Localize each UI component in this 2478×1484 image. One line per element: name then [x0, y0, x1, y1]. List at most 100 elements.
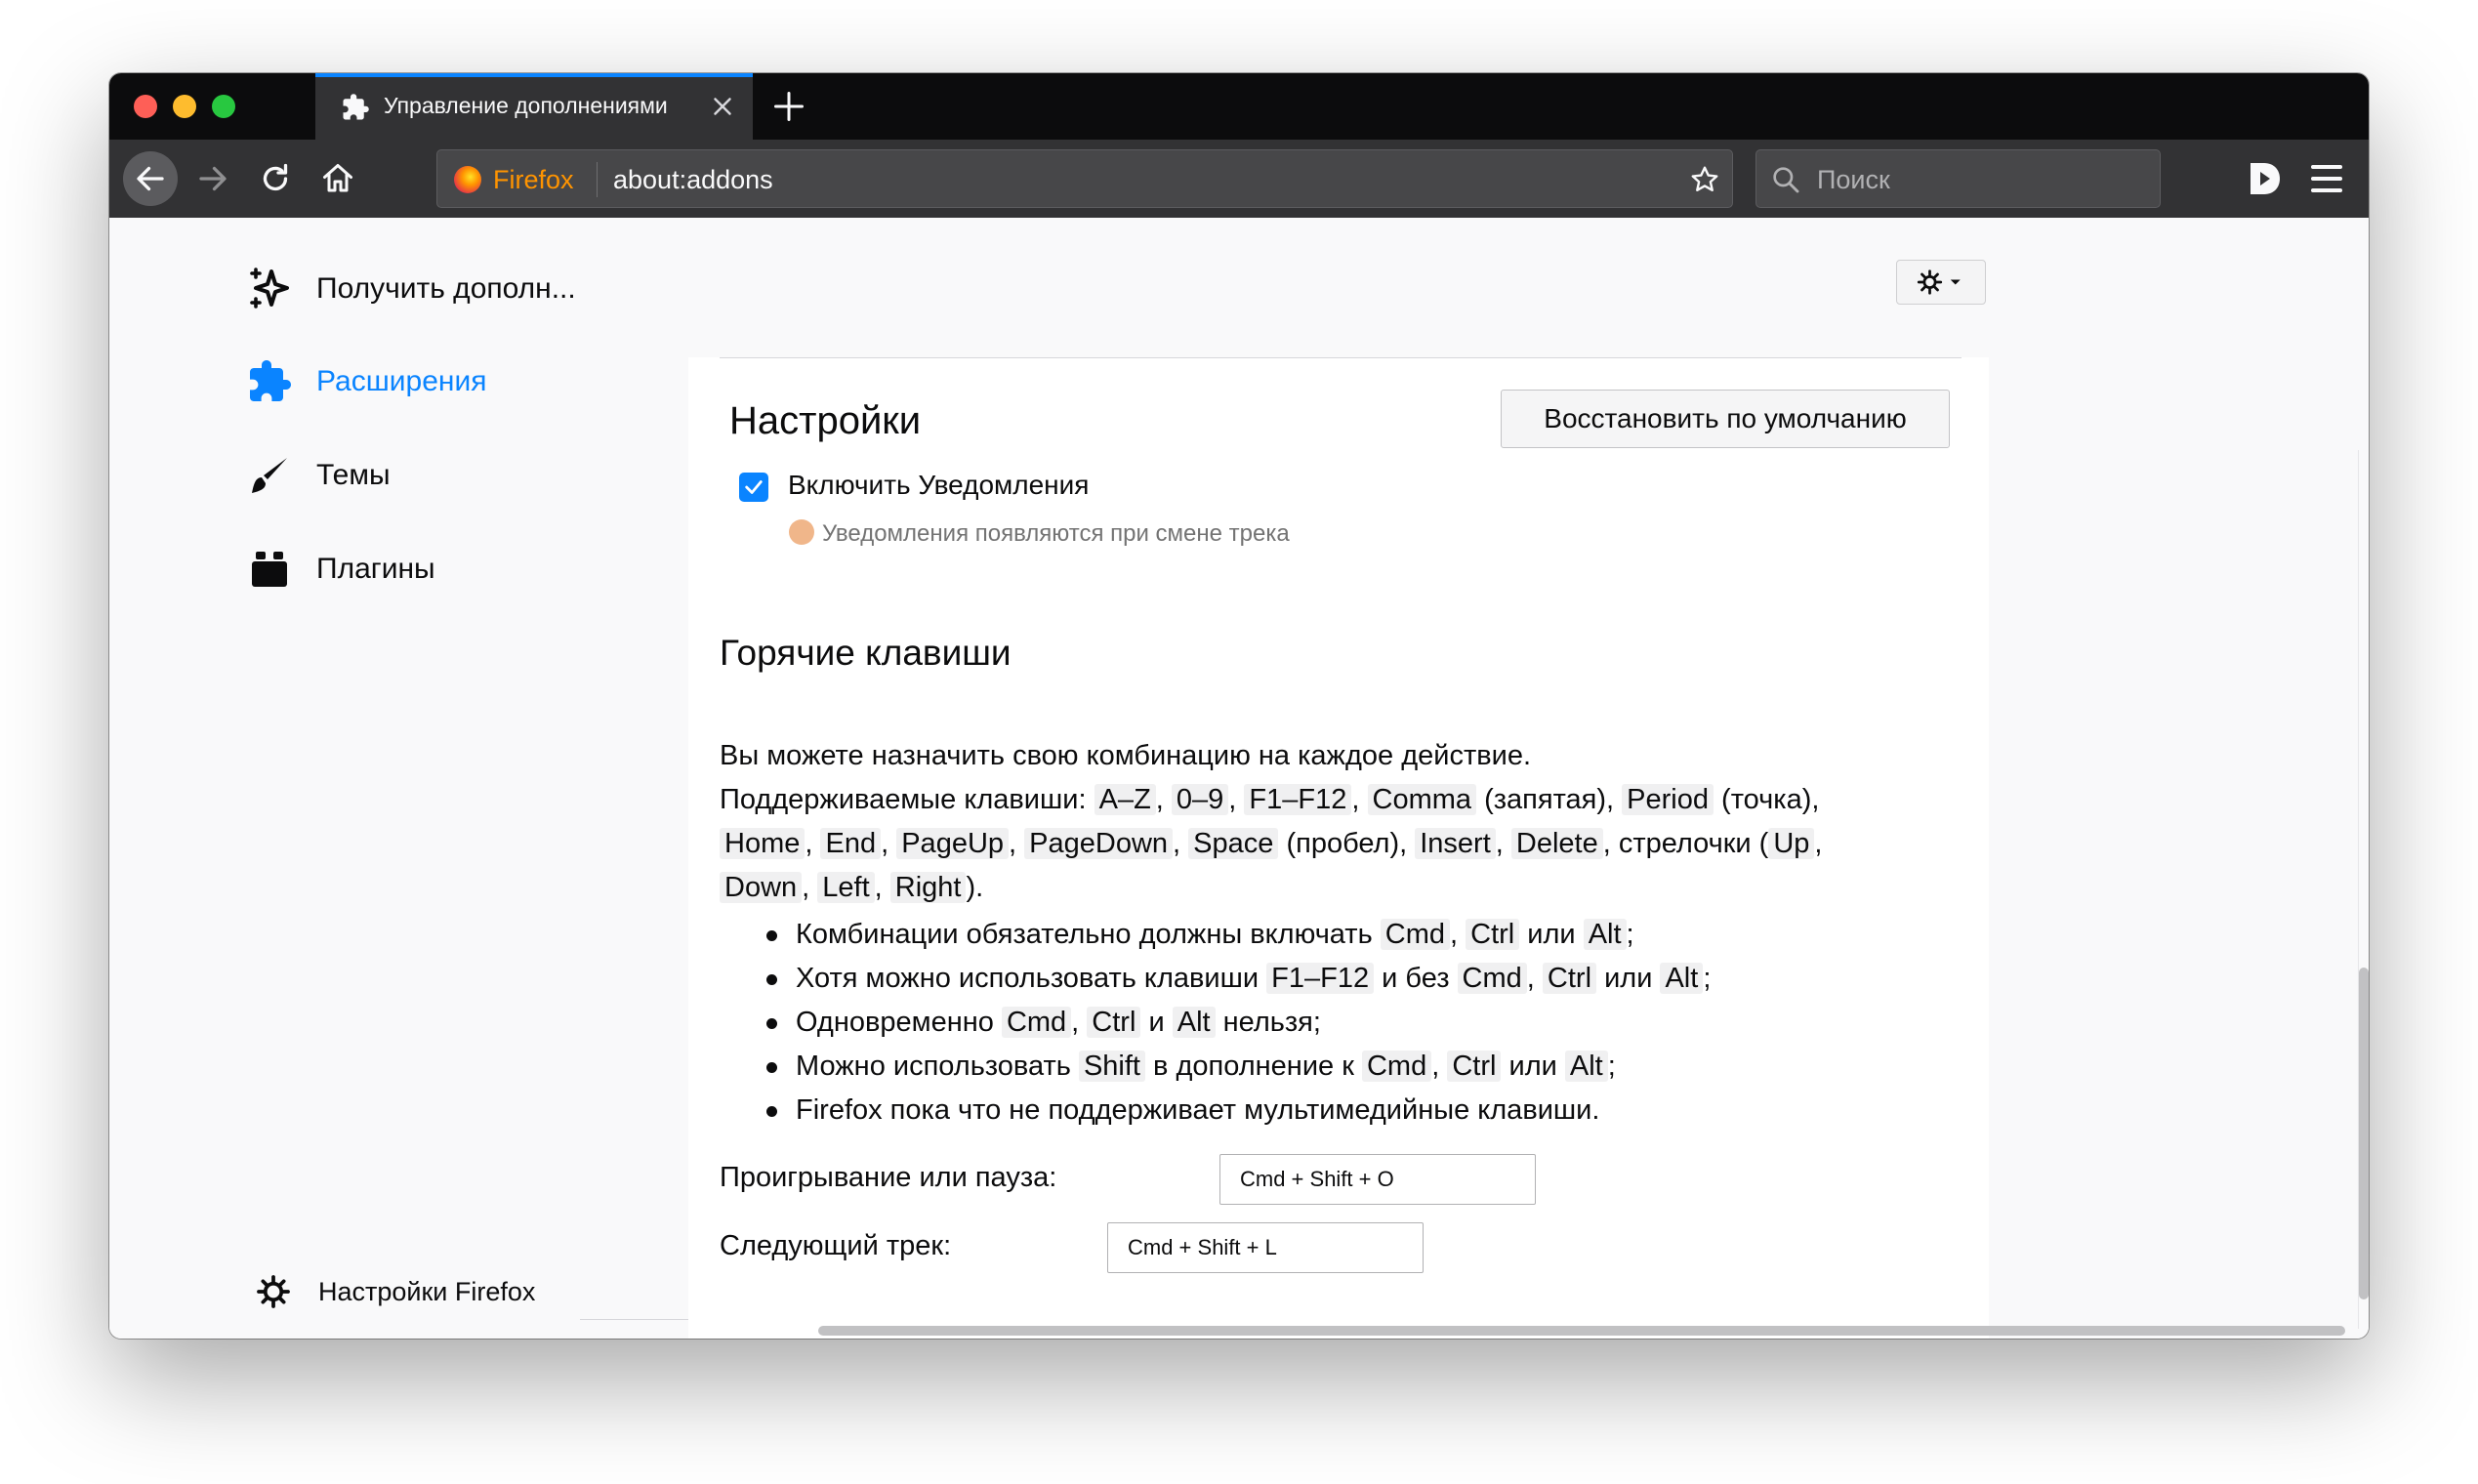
period-note: (точка), — [1721, 784, 1820, 815]
restore-defaults-button[interactable]: Восстановить по умолчанию — [1501, 390, 1950, 448]
bullet-dot — [766, 1106, 777, 1117]
checkmark-icon — [745, 480, 763, 494]
card-top-divider — [720, 357, 1962, 358]
sidebar-item-extensions[interactable]: Расширения — [246, 352, 486, 411]
sidebar-item-themes[interactable]: Темы — [246, 446, 391, 505]
brush-icon — [252, 458, 287, 493]
sidebar-item-label: Темы — [316, 459, 391, 491]
settings-heading: Настройки — [729, 399, 922, 442]
closing-text: ). — [966, 872, 984, 903]
list-item: Firefox пока что не поддерживает мультим… — [766, 1089, 1711, 1133]
vertical-scrollbar[interactable] — [2359, 968, 2369, 1299]
key-0-9: 0–9 — [1171, 784, 1229, 815]
space-note: (пробел), — [1286, 828, 1408, 859]
key-home: Home — [720, 828, 805, 859]
sidebar-item-get-addons[interactable]: Получить дополн... — [246, 260, 576, 318]
search-icon — [1773, 167, 1799, 193]
close-tab-icon[interactable] — [708, 92, 737, 121]
key-up: Up — [1768, 828, 1815, 859]
list-item: Одновременно Cmd, Ctrl и Alt нельзя; — [766, 1001, 1711, 1045]
supported-keys-line3: Down, Left, Right). — [720, 866, 983, 909]
addon-options-card: Настройки Восстановить по умолчанию Вклю… — [688, 357, 1989, 1339]
puzzle-icon — [250, 360, 291, 401]
key-down: Down — [720, 872, 803, 903]
key-f1-f12: F1–F12 — [1244, 784, 1352, 815]
sidebar-item-label: Плагины — [316, 553, 435, 585]
browser-window: Управление дополнениями Firefox about:ad… — [109, 73, 2369, 1339]
key-space: Space — [1188, 828, 1279, 859]
arrows-text: , стрелочки ( — [1602, 828, 1769, 859]
home-button[interactable] — [310, 151, 365, 206]
notifications-note-text: Уведомления появляются при смене трека — [822, 520, 1290, 547]
list-item: Можно использовать Shift в дополнение к … — [766, 1045, 1711, 1089]
key-insert: Insert — [1415, 828, 1496, 859]
new-tab-plus-icon[interactable] — [771, 89, 806, 124]
play-pause-label: Проигрывание или пауза: — [720, 1162, 1057, 1193]
identity-label[interactable]: Firefox — [493, 165, 574, 195]
key-period: Period — [1622, 784, 1714, 815]
reload-icon — [263, 163, 288, 191]
gear-icon — [257, 1275, 290, 1308]
supported-keys-prefix: Поддерживаемые клавиши: — [720, 784, 1087, 815]
url-separator — [597, 162, 598, 197]
bullet-dot — [766, 974, 777, 985]
key-comma: Comma — [1367, 784, 1477, 815]
key-right: Right — [889, 872, 967, 903]
key-end: End — [820, 828, 882, 859]
forward-button[interactable] — [186, 151, 240, 206]
extension-toolbar-icon[interactable] — [2241, 155, 2288, 202]
comma-note: (запятая), — [1484, 784, 1615, 815]
tools-gear-menu-button[interactable] — [1896, 260, 1986, 305]
firefox-settings-link[interactable]: Настройки Firefox — [256, 1274, 535, 1309]
next-track-label: Следующий трек: — [720, 1230, 952, 1261]
tab-title: Управление дополнениями — [384, 93, 668, 118]
close-window-button[interactable] — [134, 95, 157, 118]
minimize-window-button[interactable] — [173, 95, 196, 118]
tab-active-indicator — [315, 73, 753, 77]
hotkeys-intro-line1: Вы можете назначить свою комбинацию на к… — [720, 740, 1532, 771]
horizontal-scrollbar[interactable] — [818, 1326, 2345, 1336]
play-pause-shortcut-input[interactable]: Cmd + Shift + O — [1219, 1154, 1536, 1205]
bookmark-star-icon[interactable] — [1689, 164, 1720, 195]
bullet-dot — [766, 1062, 777, 1073]
sidebar-item-plugins[interactable]: Плагины — [246, 540, 435, 598]
hotkey-rules-list: Комбинации обязательно должны включать C… — [766, 913, 1711, 1133]
plugin-icon — [252, 552, 287, 587]
list-item: Хотя можно использовать клавиши F1–F12 и… — [766, 957, 1711, 1001]
navigation-toolbar: Firefox about:addons Поиск — [109, 140, 2369, 218]
notifications-note: Уведомления появляются при смене трека — [789, 519, 1290, 548]
key-pageup: PageUp — [896, 828, 1010, 859]
hamburger-menu-icon[interactable] — [2303, 155, 2350, 202]
tab-bar: Управление дополнениями — [109, 73, 2369, 140]
home-icon — [323, 164, 352, 192]
tab-addons-manager[interactable]: Управление дополнениями — [315, 73, 753, 140]
url-text[interactable]: about:addons — [613, 165, 773, 195]
supported-keys-line1: Поддерживаемые клавиши: A–Z, 0–9, F1–F12… — [720, 784, 1820, 815]
search-placeholder: Поиск — [1817, 165, 1890, 194]
key-a-z: A–Z — [1094, 784, 1156, 815]
key-delete: Delete — [1510, 828, 1603, 859]
notifications-checkbox-label[interactable]: Включить Уведомления — [788, 470, 1089, 501]
list-item: Комбинации обязательно должны включать C… — [766, 913, 1711, 957]
firefox-logo-icon — [454, 166, 481, 193]
monkey-emoji-icon — [789, 519, 814, 545]
next-track-shortcut-input[interactable]: Cmd + Shift + L — [1107, 1222, 1424, 1273]
search-bar[interactable]: Поиск — [1755, 149, 2161, 208]
bullet-dot — [766, 930, 777, 941]
firefox-settings-label: Настройки Firefox — [318, 1276, 536, 1306]
key-pagedown: PageDown — [1024, 828, 1174, 859]
bullet-dot — [766, 1018, 777, 1029]
notifications-checkbox[interactable] — [739, 473, 768, 502]
forward-arrow-icon — [199, 166, 227, 191]
reload-button[interactable] — [248, 151, 303, 206]
puzzle-icon — [343, 94, 369, 120]
url-bar[interactable]: Firefox about:addons — [436, 149, 1733, 208]
sidebar-item-label: Расширения — [316, 365, 487, 397]
sparkle-icon — [250, 268, 289, 309]
sidebar-item-label: Получить дополн... — [316, 272, 576, 305]
back-button[interactable] — [123, 151, 178, 206]
addons-page: Получить дополн... Расширения Темы Плаги… — [109, 218, 2369, 1339]
gear-dropdown-icon — [1917, 269, 1961, 295]
zoom-window-button[interactable] — [212, 95, 235, 118]
hotkeys-heading: Горячие клавиши — [720, 633, 1012, 673]
